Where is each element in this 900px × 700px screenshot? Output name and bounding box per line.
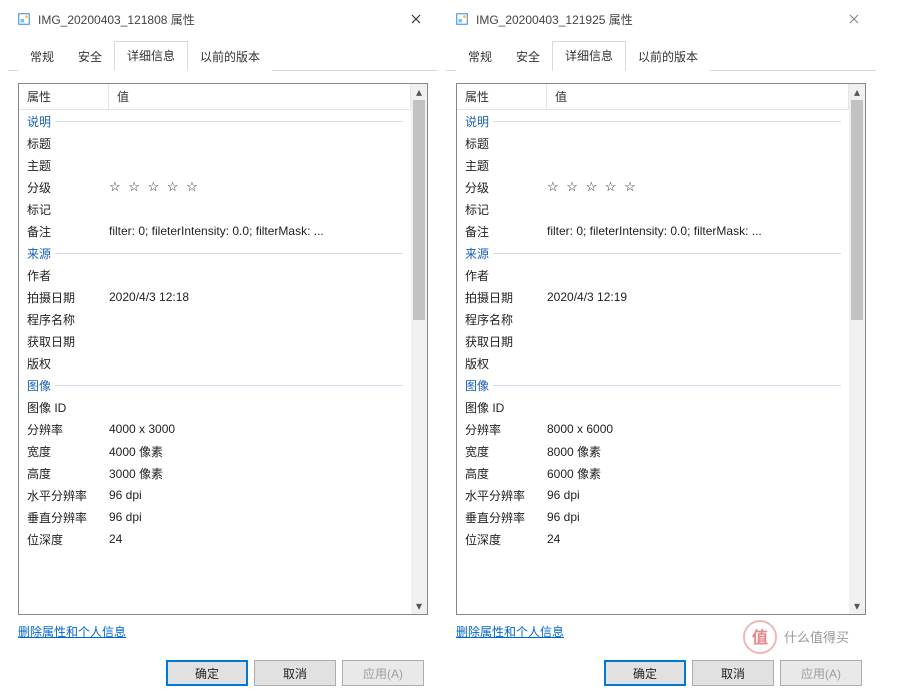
row-date-acquired[interactable]: 获取日期 xyxy=(19,330,411,352)
row-width[interactable]: 宽度4000 像素 xyxy=(19,440,411,462)
scroll-down-icon[interactable]: ▾ xyxy=(849,598,865,614)
row-image-id[interactable]: 图像 ID xyxy=(457,396,849,418)
properties-dialog-right: IMG_20200403_121925 属性 常规 安全 详细信息 以前的版本 … xyxy=(446,0,876,700)
row-program-name[interactable]: 程序名称 xyxy=(457,308,849,330)
row-bit-depth[interactable]: 位深度24 xyxy=(457,528,849,550)
window-title: IMG_20200403_121808 属性 xyxy=(38,11,396,28)
remove-properties-link[interactable]: 删除属性和个人信息 xyxy=(18,625,126,639)
row-height[interactable]: 高度3000 像素 xyxy=(19,462,411,484)
section-description: 说明 xyxy=(457,110,849,132)
row-program-name[interactable]: 程序名称 xyxy=(19,308,411,330)
window-title: IMG_20200403_121925 属性 xyxy=(476,11,834,28)
row-comments[interactable]: 备注filter: 0; fileterIntensity: 0.0; filt… xyxy=(19,220,411,242)
close-button[interactable] xyxy=(834,4,874,34)
row-v-res[interactable]: 垂直分辨率96 dpi xyxy=(457,506,849,528)
remove-properties-link[interactable]: 删除属性和个人信息 xyxy=(456,625,564,639)
property-list: 属性 值 说明 标题 主题 分级☆ ☆ ☆ ☆ ☆ 标记 备注filter: 0… xyxy=(18,83,428,615)
content-area: 属性 值 说明 标题 主题 分级☆ ☆ ☆ ☆ ☆ 标记 备注filter: 0… xyxy=(446,71,876,650)
row-date-taken[interactable]: 拍摄日期2020/4/3 12:18 xyxy=(19,286,411,308)
header-value: 值 xyxy=(109,84,411,109)
row-width[interactable]: 宽度8000 像素 xyxy=(457,440,849,462)
scroll-up-icon[interactable]: ▴ xyxy=(849,84,865,100)
header-property: 属性 xyxy=(457,84,547,109)
scroll-thumb[interactable] xyxy=(851,100,863,320)
remove-properties-link-wrap: 删除属性和个人信息 xyxy=(18,623,428,640)
row-title[interactable]: 标题 xyxy=(457,132,849,154)
scrollbar[interactable]: ▴ ▾ xyxy=(411,84,427,614)
row-comments[interactable]: 备注filter: 0; fileterIntensity: 0.0; filt… xyxy=(457,220,849,242)
row-height[interactable]: 高度6000 像素 xyxy=(457,462,849,484)
dialog-buttons: 确定 取消 应用(A) xyxy=(446,650,876,700)
section-image: 图像 xyxy=(457,374,849,396)
titlebar[interactable]: IMG_20200403_121808 属性 xyxy=(8,0,438,38)
scrollbar[interactable]: ▴ ▾ xyxy=(849,84,865,614)
file-icon xyxy=(454,11,470,27)
row-h-res[interactable]: 水平分辨率96 dpi xyxy=(457,484,849,506)
row-h-res[interactable]: 水平分辨率96 dpi xyxy=(19,484,411,506)
row-dimensions[interactable]: 分辨率4000 x 3000 xyxy=(19,418,411,440)
scroll-up-icon[interactable]: ▴ xyxy=(411,84,427,100)
apply-button: 应用(A) xyxy=(780,660,862,686)
cancel-button[interactable]: 取消 xyxy=(254,660,336,686)
header-value: 值 xyxy=(547,84,849,109)
tab-security[interactable]: 安全 xyxy=(66,43,114,71)
row-authors[interactable]: 作者 xyxy=(19,264,411,286)
cancel-button[interactable]: 取消 xyxy=(692,660,774,686)
content-area: 属性 值 说明 标题 主题 分级☆ ☆ ☆ ☆ ☆ 标记 备注filter: 0… xyxy=(8,71,438,650)
section-origin: 来源 xyxy=(457,242,849,264)
row-rating[interactable]: 分级☆ ☆ ☆ ☆ ☆ xyxy=(19,176,411,198)
rating-stars[interactable]: ☆ ☆ ☆ ☆ ☆ xyxy=(547,179,845,195)
header-property: 属性 xyxy=(19,84,109,109)
titlebar[interactable]: IMG_20200403_121925 属性 xyxy=(446,0,876,38)
property-list: 属性 值 说明 标题 主题 分级☆ ☆ ☆ ☆ ☆ 标记 备注filter: 0… xyxy=(456,83,866,615)
tab-previous-versions[interactable]: 以前的版本 xyxy=(188,43,272,71)
scroll-thumb[interactable] xyxy=(413,100,425,320)
tab-general[interactable]: 常规 xyxy=(18,43,66,71)
dialog-buttons: 确定 取消 应用(A) xyxy=(8,650,438,700)
list-header[interactable]: 属性 值 xyxy=(457,84,849,110)
row-tags[interactable]: 标记 xyxy=(457,198,849,220)
section-image: 图像 xyxy=(19,374,411,396)
apply-button: 应用(A) xyxy=(342,660,424,686)
rating-stars[interactable]: ☆ ☆ ☆ ☆ ☆ xyxy=(109,179,407,195)
properties-dialog-left: IMG_20200403_121808 属性 常规 安全 详细信息 以前的版本 … xyxy=(8,0,438,700)
file-icon xyxy=(16,11,32,27)
section-description: 说明 xyxy=(19,110,411,132)
row-subject[interactable]: 主题 xyxy=(19,154,411,176)
close-button[interactable] xyxy=(396,4,436,34)
tab-details[interactable]: 详细信息 xyxy=(552,41,626,71)
row-tags[interactable]: 标记 xyxy=(19,198,411,220)
row-copyright[interactable]: 版权 xyxy=(19,352,411,374)
row-date-acquired[interactable]: 获取日期 xyxy=(457,330,849,352)
list-header[interactable]: 属性 值 xyxy=(19,84,411,110)
row-title[interactable]: 标题 xyxy=(19,132,411,154)
row-authors[interactable]: 作者 xyxy=(457,264,849,286)
ok-button[interactable]: 确定 xyxy=(166,660,248,686)
row-subject[interactable]: 主题 xyxy=(457,154,849,176)
scroll-down-icon[interactable]: ▾ xyxy=(411,598,427,614)
row-image-id[interactable]: 图像 ID xyxy=(19,396,411,418)
tab-bar: 常规 安全 详细信息 以前的版本 xyxy=(446,40,876,71)
section-origin: 来源 xyxy=(19,242,411,264)
tab-general[interactable]: 常规 xyxy=(456,43,504,71)
row-date-taken[interactable]: 拍摄日期2020/4/3 12:19 xyxy=(457,286,849,308)
row-v-res[interactable]: 垂直分辨率96 dpi xyxy=(19,506,411,528)
tab-security[interactable]: 安全 xyxy=(504,43,552,71)
row-dimensions[interactable]: 分辨率8000 x 6000 xyxy=(457,418,849,440)
tab-details[interactable]: 详细信息 xyxy=(114,41,188,71)
row-rating[interactable]: 分级☆ ☆ ☆ ☆ ☆ xyxy=(457,176,849,198)
row-bit-depth[interactable]: 位深度24 xyxy=(19,528,411,550)
row-copyright[interactable]: 版权 xyxy=(457,352,849,374)
ok-button[interactable]: 确定 xyxy=(604,660,686,686)
remove-properties-link-wrap: 删除属性和个人信息 xyxy=(456,623,866,640)
tab-bar: 常规 安全 详细信息 以前的版本 xyxy=(8,40,438,71)
tab-previous-versions[interactable]: 以前的版本 xyxy=(626,43,710,71)
